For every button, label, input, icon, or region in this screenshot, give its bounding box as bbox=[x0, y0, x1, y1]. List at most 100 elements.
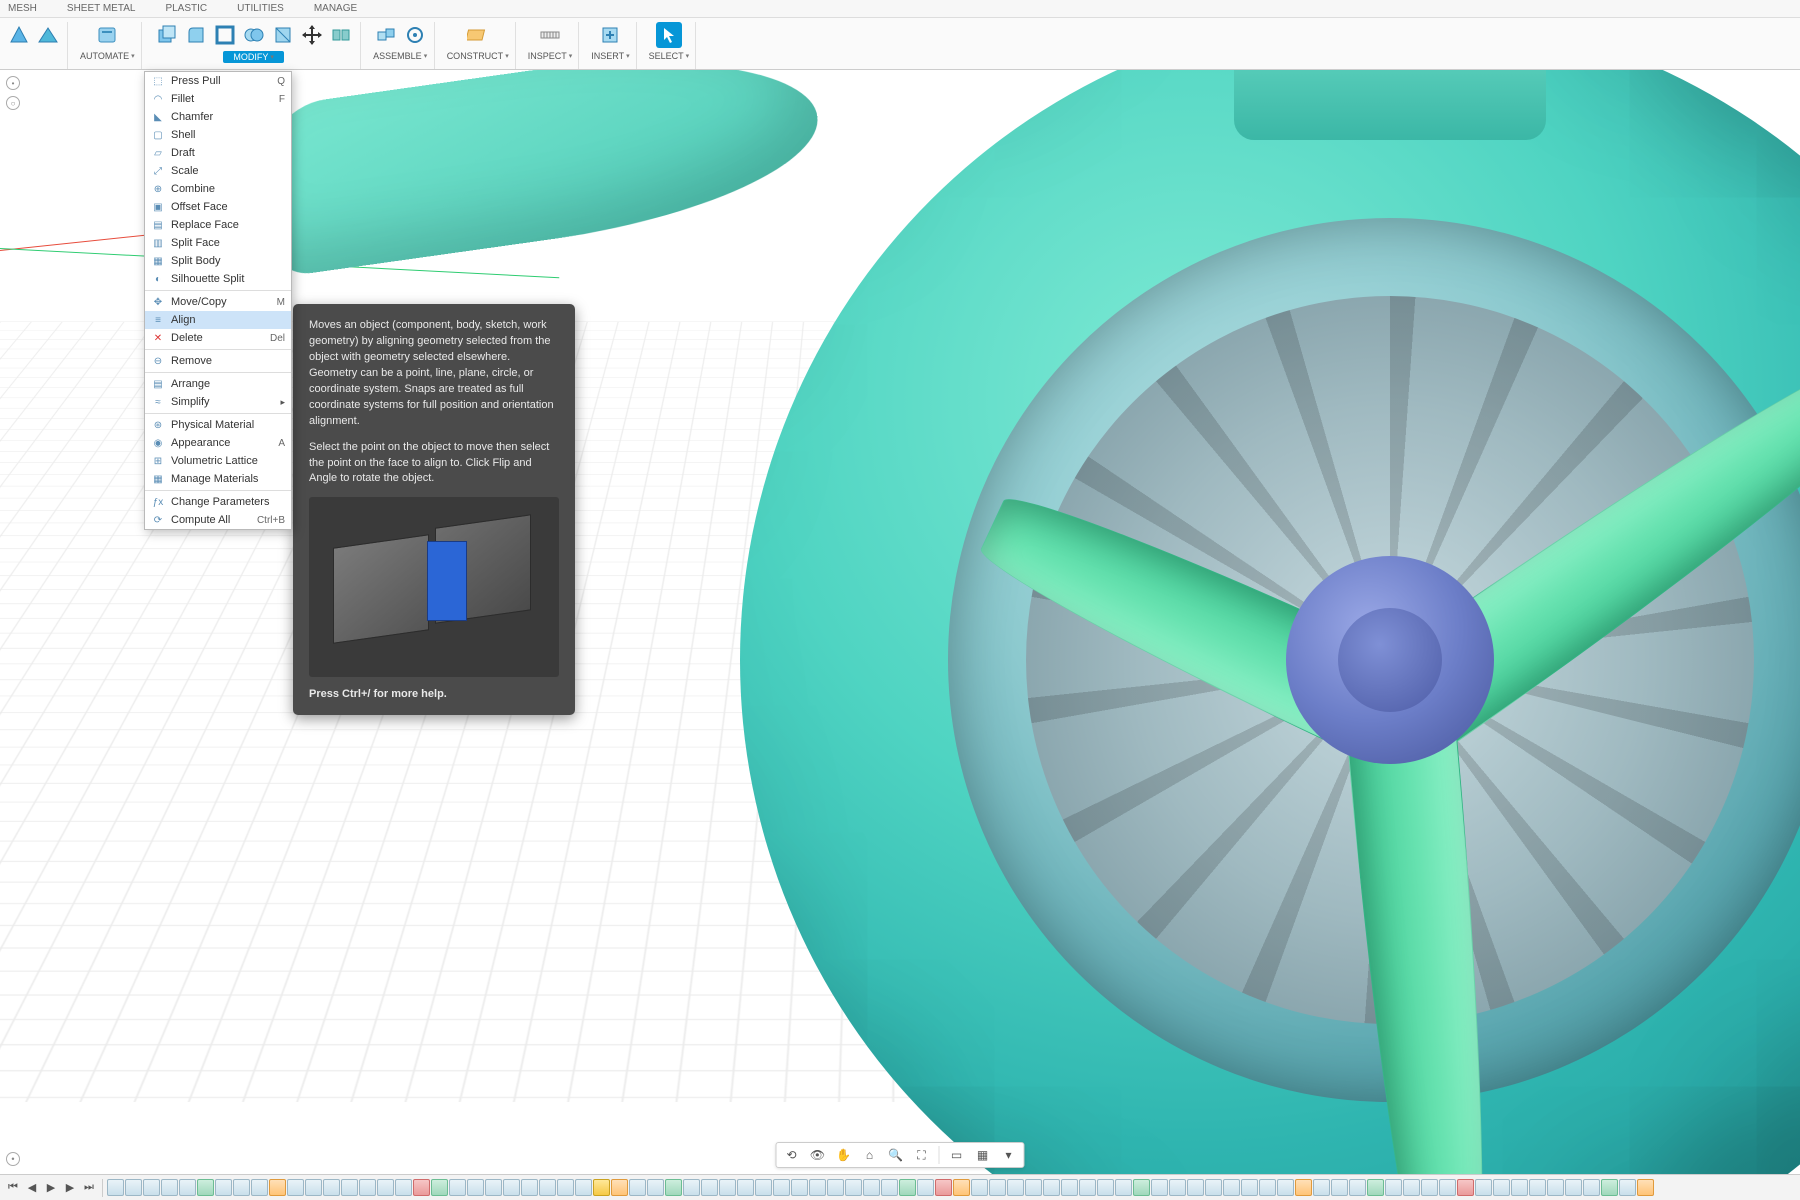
timeline-feature[interactable] bbox=[1241, 1179, 1258, 1196]
timeline-feature[interactable] bbox=[539, 1179, 556, 1196]
timeline-feature[interactable] bbox=[1583, 1179, 1600, 1196]
ribbon-label-automate[interactable]: AUTOMATE bbox=[80, 51, 129, 61]
timeline-feature[interactable] bbox=[1493, 1179, 1510, 1196]
menu-item-silhouette-split[interactable]: ◐Silhouette Split bbox=[145, 270, 291, 288]
timeline-feature[interactable] bbox=[1475, 1179, 1492, 1196]
timeline-feature[interactable] bbox=[467, 1179, 484, 1196]
timeline-feature[interactable] bbox=[413, 1179, 430, 1196]
menu-item-move-copy[interactable]: ✥Move/CopyM bbox=[145, 293, 291, 311]
timeline-feature[interactable] bbox=[1511, 1179, 1528, 1196]
modify-presspull-icon[interactable] bbox=[154, 22, 180, 48]
timeline-feature[interactable] bbox=[431, 1179, 448, 1196]
timeline-feature[interactable] bbox=[1025, 1179, 1042, 1196]
menu-item-simplify[interactable]: ≈Simplify▸ bbox=[145, 393, 291, 411]
menu-item-align[interactable]: ≡Align bbox=[145, 311, 291, 329]
modify-replace-icon[interactable] bbox=[270, 22, 296, 48]
timeline-feature[interactable] bbox=[863, 1179, 880, 1196]
timeline-feature[interactable] bbox=[647, 1179, 664, 1196]
menu-item-volumetric-lattice[interactable]: ⊞Volumetric Lattice bbox=[145, 452, 291, 470]
ribbon-label-select[interactable]: SELECT bbox=[649, 51, 684, 61]
timeline-feature[interactable] bbox=[143, 1179, 160, 1196]
timeline-feature[interactable] bbox=[251, 1179, 268, 1196]
timeline-feature[interactable] bbox=[125, 1179, 142, 1196]
modify-move-icon[interactable] bbox=[299, 22, 325, 48]
menu-item-arrange[interactable]: ▤Arrange bbox=[145, 375, 291, 393]
timeline-feature[interactable] bbox=[1043, 1179, 1060, 1196]
inspect-measure-icon[interactable] bbox=[537, 22, 563, 48]
timeline-feature[interactable] bbox=[1295, 1179, 1312, 1196]
tab-manage[interactable]: MANAGE bbox=[314, 3, 357, 14]
look-icon[interactable]: 👁 bbox=[809, 1146, 827, 1164]
timeline-feature[interactable] bbox=[773, 1179, 790, 1196]
timeline-feature[interactable] bbox=[827, 1179, 844, 1196]
timeline-feature[interactable] bbox=[1169, 1179, 1186, 1196]
modify-align-icon[interactable] bbox=[328, 22, 354, 48]
timeline-feature[interactable] bbox=[1457, 1179, 1474, 1196]
timeline-feature[interactable] bbox=[1601, 1179, 1618, 1196]
timeline-feature[interactable] bbox=[665, 1179, 682, 1196]
timeline-feature[interactable] bbox=[1529, 1179, 1546, 1196]
timeline-feature[interactable] bbox=[1403, 1179, 1420, 1196]
timeline-feature[interactable] bbox=[1565, 1179, 1582, 1196]
menu-item-scale[interactable]: ⤢Scale bbox=[145, 162, 291, 180]
timeline-feature[interactable] bbox=[377, 1179, 394, 1196]
menu-item-physical-material[interactable]: ⊛Physical Material bbox=[145, 416, 291, 434]
timeline-feature[interactable] bbox=[287, 1179, 304, 1196]
timeline-feature[interactable] bbox=[1313, 1179, 1330, 1196]
menu-item-offset-face[interactable]: ▣Offset Face bbox=[145, 198, 291, 216]
timeline-feature[interactable] bbox=[1115, 1179, 1132, 1196]
ribbon-label-inspect[interactable]: INSPECT bbox=[528, 51, 567, 61]
menu-item-draft[interactable]: ▱Draft bbox=[145, 144, 291, 162]
insert-icon[interactable] bbox=[597, 22, 623, 48]
expand-comments-button[interactable]: ○ bbox=[6, 96, 20, 110]
timeline-feature[interactable] bbox=[1259, 1179, 1276, 1196]
menu-item-appearance[interactable]: ◉AppearanceA bbox=[145, 434, 291, 452]
timeline-feature[interactable] bbox=[1547, 1179, 1564, 1196]
timeline-feature[interactable] bbox=[1079, 1179, 1096, 1196]
timeline-feature[interactable] bbox=[1637, 1179, 1654, 1196]
ribbon-label-insert[interactable]: INSERT bbox=[591, 51, 624, 61]
model-engine[interactable] bbox=[740, 70, 1800, 1174]
timeline-feature[interactable] bbox=[881, 1179, 898, 1196]
assemble-joint-icon[interactable] bbox=[402, 22, 428, 48]
timeline-feature[interactable] bbox=[521, 1179, 538, 1196]
timeline-feature[interactable] bbox=[215, 1179, 232, 1196]
modify-fillet-icon[interactable] bbox=[183, 22, 209, 48]
menu-item-manage-materials[interactable]: ▦Manage Materials bbox=[145, 470, 291, 488]
timeline-feature[interactable] bbox=[1205, 1179, 1222, 1196]
timeline-feature[interactable] bbox=[899, 1179, 916, 1196]
menu-item-delete[interactable]: ✕DeleteDel bbox=[145, 329, 291, 347]
timeline-feature[interactable] bbox=[1349, 1179, 1366, 1196]
timeline-next-button[interactable]: ▶ bbox=[61, 1179, 79, 1197]
timeline-feature[interactable] bbox=[1619, 1179, 1636, 1196]
timeline-feature[interactable] bbox=[935, 1179, 952, 1196]
menu-item-fillet[interactable]: ◠FilletF bbox=[145, 90, 291, 108]
timeline-feature[interactable] bbox=[791, 1179, 808, 1196]
timeline-feature[interactable] bbox=[989, 1179, 1006, 1196]
automate-icon[interactable] bbox=[94, 22, 120, 48]
timeline-feature[interactable] bbox=[395, 1179, 412, 1196]
timeline-feature[interactable] bbox=[1187, 1179, 1204, 1196]
menu-item-press-pull[interactable]: ⬚Press PullQ bbox=[145, 72, 291, 90]
timeline-feature[interactable] bbox=[197, 1179, 214, 1196]
zoom-icon[interactable]: 🔍 bbox=[887, 1146, 905, 1164]
timeline-feature[interactable] bbox=[449, 1179, 466, 1196]
menu-item-split-body[interactable]: ▦Split Body bbox=[145, 252, 291, 270]
tab-utilities[interactable]: UTILITIES bbox=[237, 3, 284, 14]
timeline-feature[interactable] bbox=[629, 1179, 646, 1196]
menu-item-split-face[interactable]: ▥Split Face bbox=[145, 234, 291, 252]
ribbon-label-assemble[interactable]: ASSEMBLE bbox=[373, 51, 422, 61]
modify-shell-icon[interactable] bbox=[212, 22, 238, 48]
timeline-feature[interactable] bbox=[1439, 1179, 1456, 1196]
menu-item-combine[interactable]: ⊕Combine bbox=[145, 180, 291, 198]
tab-plastic[interactable]: PLASTIC bbox=[165, 3, 207, 14]
tab-sheetmetal[interactable]: SHEET METAL bbox=[67, 3, 136, 14]
assemble-icon[interactable] bbox=[373, 22, 399, 48]
timeline-play-button[interactable]: ▶ bbox=[42, 1179, 60, 1197]
ribbon-label-construct[interactable]: CONSTRUCT bbox=[447, 51, 504, 61]
menu-item-replace-face[interactable]: ▤Replace Face bbox=[145, 216, 291, 234]
timeline-start-button[interactable]: ⏮ bbox=[4, 1179, 22, 1197]
menu-item-change-parameters[interactable]: ƒxChange Parameters bbox=[145, 493, 291, 511]
timeline-feature[interactable] bbox=[359, 1179, 376, 1196]
timeline-feature[interactable] bbox=[737, 1179, 754, 1196]
